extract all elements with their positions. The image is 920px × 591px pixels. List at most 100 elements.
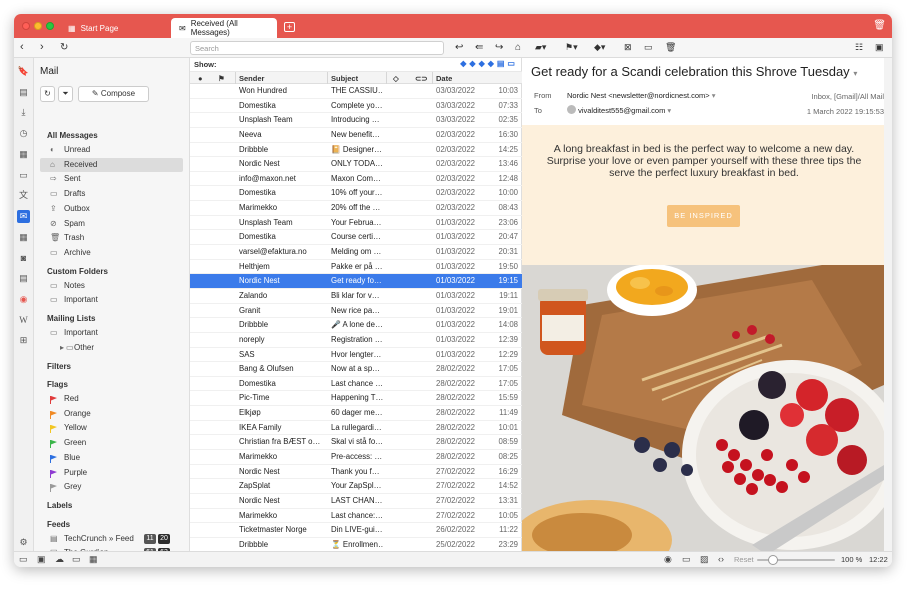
table-row[interactable]: Unsplash Team Introducing … 03/03/2022 02:3… <box>190 113 522 128</box>
zoom-reset-button[interactable]: Reset <box>734 555 754 564</box>
table-row[interactable]: Marimekko Last chance:… 27/02/2022 10:05 <box>190 509 522 524</box>
table-row[interactable]: Marimekko 20% off the … 02/03/2022 08:43 <box>190 201 522 216</box>
delete-icon[interactable]: 🗑 <box>665 41 676 54</box>
forward-mail-icon[interactable]: ↪ <box>495 41 503 54</box>
subject-column-header[interactable]: Subject <box>331 73 358 84</box>
translate-icon[interactable]: 文 <box>17 189 30 202</box>
new-tab-button[interactable]: + <box>284 22 295 32</box>
panel-toggle-icon[interactable]: ▣ <box>875 41 884 54</box>
contacts-icon[interactable]: ▤ <box>17 272 30 285</box>
flag-red[interactable]: Red <box>40 392 183 406</box>
mailing-lists-heading[interactable]: Mailing Lists <box>47 314 95 323</box>
mark-read-icon[interactable]: ⌂ <box>515 41 521 54</box>
table-row[interactable]: Dribbble 📔 Designer… 02/03/2022 14:25 <box>190 143 522 158</box>
panel-toggle-icon[interactable]: ▭ <box>19 554 28 565</box>
table-row[interactable]: info@maxon.net Maxon Com… 02/03/2022 12:48 <box>190 172 522 187</box>
table-row[interactable]: Helthjem Pakke er på … 01/03/2022 19:50 <box>190 260 522 275</box>
vivaldi-icon[interactable]: ◉ <box>17 293 30 306</box>
table-row[interactable]: Elkjøp 60 dager me… 28/02/2022 11:49 <box>190 406 522 421</box>
table-row[interactable]: Neeva New benefit… 02/03/2022 16:30 <box>190 128 522 143</box>
table-row[interactable]: Domestika Course certi… 01/03/2022 20:47 <box>190 230 522 246</box>
feeds-icon[interactable]: ◙ <box>17 252 30 265</box>
sender-column-header[interactable]: Sender <box>239 73 264 84</box>
maximize-window-button[interactable] <box>46 22 54 30</box>
camera-icon[interactable]: ◉ <box>664 554 672 565</box>
table-row[interactable]: Nordic Nest Get ready fo… 01/03/2022 19:15 <box>190 274 522 289</box>
move-folder-icon[interactable]: ▰▾ <box>535 41 546 54</box>
mailing-important[interactable]: ▭ Important <box>40 326 183 340</box>
folder-notes[interactable]: ▭ Notes <box>40 279 183 293</box>
mail-panel-icon[interactable]: ✉ <box>17 210 30 223</box>
filter-button[interactable]: ⏷ <box>58 86 73 102</box>
folder-outbox[interactable]: ⇪ Outbox <box>40 202 183 216</box>
settings-icon[interactable]: ⚙ <box>17 536 30 549</box>
from-value[interactable]: Nordic Nest <newsletter@nordicnest.com> … <box>567 91 716 100</box>
flag-purple[interactable]: Purple <box>40 466 183 480</box>
reader-scrollbar[interactable] <box>884 58 892 555</box>
folder-sent[interactable]: ⇨ Sent <box>40 172 183 186</box>
archive-icon[interactable]: ▭ <box>644 41 653 54</box>
flag-yellow[interactable]: Yellow <box>40 421 183 435</box>
attachment-column-icon[interactable]: ⊂⊃ <box>415 73 428 84</box>
image-icon[interactable]: ▨ <box>700 554 709 565</box>
forward-icon[interactable]: › <box>40 41 44 54</box>
be-inspired-button[interactable]: BE INSPIRED <box>667 205 740 227</box>
table-row[interactable]: SAS Hvor lengter… 01/03/2022 12:29 <box>190 348 522 363</box>
label-column-icon[interactable]: ◇ <box>393 73 399 84</box>
downloads-icon[interactable]: ⤓ <box>17 106 30 119</box>
minimize-window-button[interactable] <box>34 22 42 30</box>
view-filter-icons[interactable]: ◆◆◆◆▤▭ <box>460 59 518 68</box>
table-row[interactable]: Bang & Olufsen Now at a sp… 28/02/2022 17:0… <box>190 362 522 377</box>
history-icon[interactable]: ◷ <box>17 127 30 140</box>
table-row[interactable]: Nordic Nest ONLY TODA… 02/03/2022 13:46 <box>190 157 522 172</box>
zoom-slider-thumb[interactable] <box>768 555 778 565</box>
reply-all-icon[interactable]: ⇚ <box>475 41 483 54</box>
flag-icon[interactable]: ⚑▾ <box>565 41 578 54</box>
feed-techcrunch[interactable]: ▤ TechCrunch » Feed 11 20 <box>40 532 183 546</box>
close-window-button[interactable] <box>22 22 30 30</box>
wikipedia-icon[interactable]: W <box>17 314 30 327</box>
refresh-button[interactable]: ↻ <box>40 86 55 102</box>
flag-column-icon[interactable]: ⚑ <box>218 73 225 84</box>
table-row[interactable]: Nordic Nest LAST CHAN… 27/02/2022 13:31 <box>190 494 522 509</box>
calendar-icon[interactable]: ▦ <box>89 554 98 565</box>
table-row[interactable]: Nordic Nest Thank you f… 27/02/2022 16:29 <box>190 465 522 480</box>
reply-icon[interactable]: ↩ <box>455 41 463 54</box>
window-panel-icon[interactable]: ▭ <box>17 169 30 182</box>
table-row[interactable]: noreply Registration … 01/03/2022 12:39 <box>190 333 522 348</box>
custom-folders-heading[interactable]: Custom Folders <box>47 267 108 276</box>
window-icon[interactable]: ▭ <box>72 554 81 565</box>
table-row[interactable]: Domestika 10% off your… 02/03/2022 10:00 <box>190 186 522 202</box>
label-icon[interactable]: ◆▾ <box>594 41 605 54</box>
flag-grey[interactable]: Grey <box>40 480 183 494</box>
table-row[interactable]: Domestika Complete yo… 03/03/2022 07:33 <box>190 99 522 114</box>
all-messages-heading[interactable]: All Messages <box>47 131 98 140</box>
table-row[interactable]: Ticketmaster Norge Din LIVE-gui… 26/02/202… <box>190 523 522 538</box>
tab-tiling-icon[interactable]: ▭ <box>682 554 691 565</box>
closed-tabs-trash-icon[interactable]: 🗑 <box>873 20 886 31</box>
reload-icon[interactable]: ↻ <box>60 41 68 54</box>
table-row[interactable]: Marimekko Pre-access: … 28/02/2022 08:25 <box>190 450 522 465</box>
table-row[interactable]: Granit New rice pa… 01/03/2022 19:01 <box>190 304 522 319</box>
tab-received[interactable]: ✉ Received (All Messages) <box>171 18 277 38</box>
chevron-down-icon[interactable]: ▾ <box>712 91 716 100</box>
feeds-heading[interactable]: Feeds <box>47 520 70 529</box>
calendar-icon[interactable]: ▦ <box>17 231 30 244</box>
to-value[interactable]: vivalditest555@gmail.com ▾ <box>567 105 671 115</box>
table-row[interactable]: Dribbble 🎤 A lone de… 01/03/2022 14:08 <box>190 318 522 333</box>
folder-spam[interactable]: ⊘ Spam <box>40 217 183 231</box>
labels-heading[interactable]: Labels <box>47 501 72 510</box>
expand-arrow-icon[interactable]: ▸ <box>60 341 64 355</box>
flag-green[interactable]: Green <box>40 436 183 450</box>
folder-drafts[interactable]: ▭ Drafts <box>40 187 183 201</box>
view-options-icon[interactable]: ☷ <box>855 41 863 54</box>
folder-archive[interactable]: ▭ Archive <box>40 246 183 260</box>
unread-column-icon[interactable]: ● <box>198 73 203 84</box>
flags-heading[interactable]: Flags <box>47 380 68 389</box>
table-row[interactable]: Domestika Last chance … 28/02/2022 17:05 <box>190 377 522 392</box>
date-column-header[interactable]: Date <box>436 73 452 84</box>
folder-important[interactable]: ▭ Important <box>40 293 183 307</box>
chevron-down-icon[interactable]: ▾ <box>853 69 857 78</box>
table-row[interactable]: Christian fra BÆST o… Skal vi stå fo… 28/0… <box>190 435 522 451</box>
table-row[interactable]: Pic-Time Happening T… 28/02/2022 15:59 <box>190 391 522 407</box>
